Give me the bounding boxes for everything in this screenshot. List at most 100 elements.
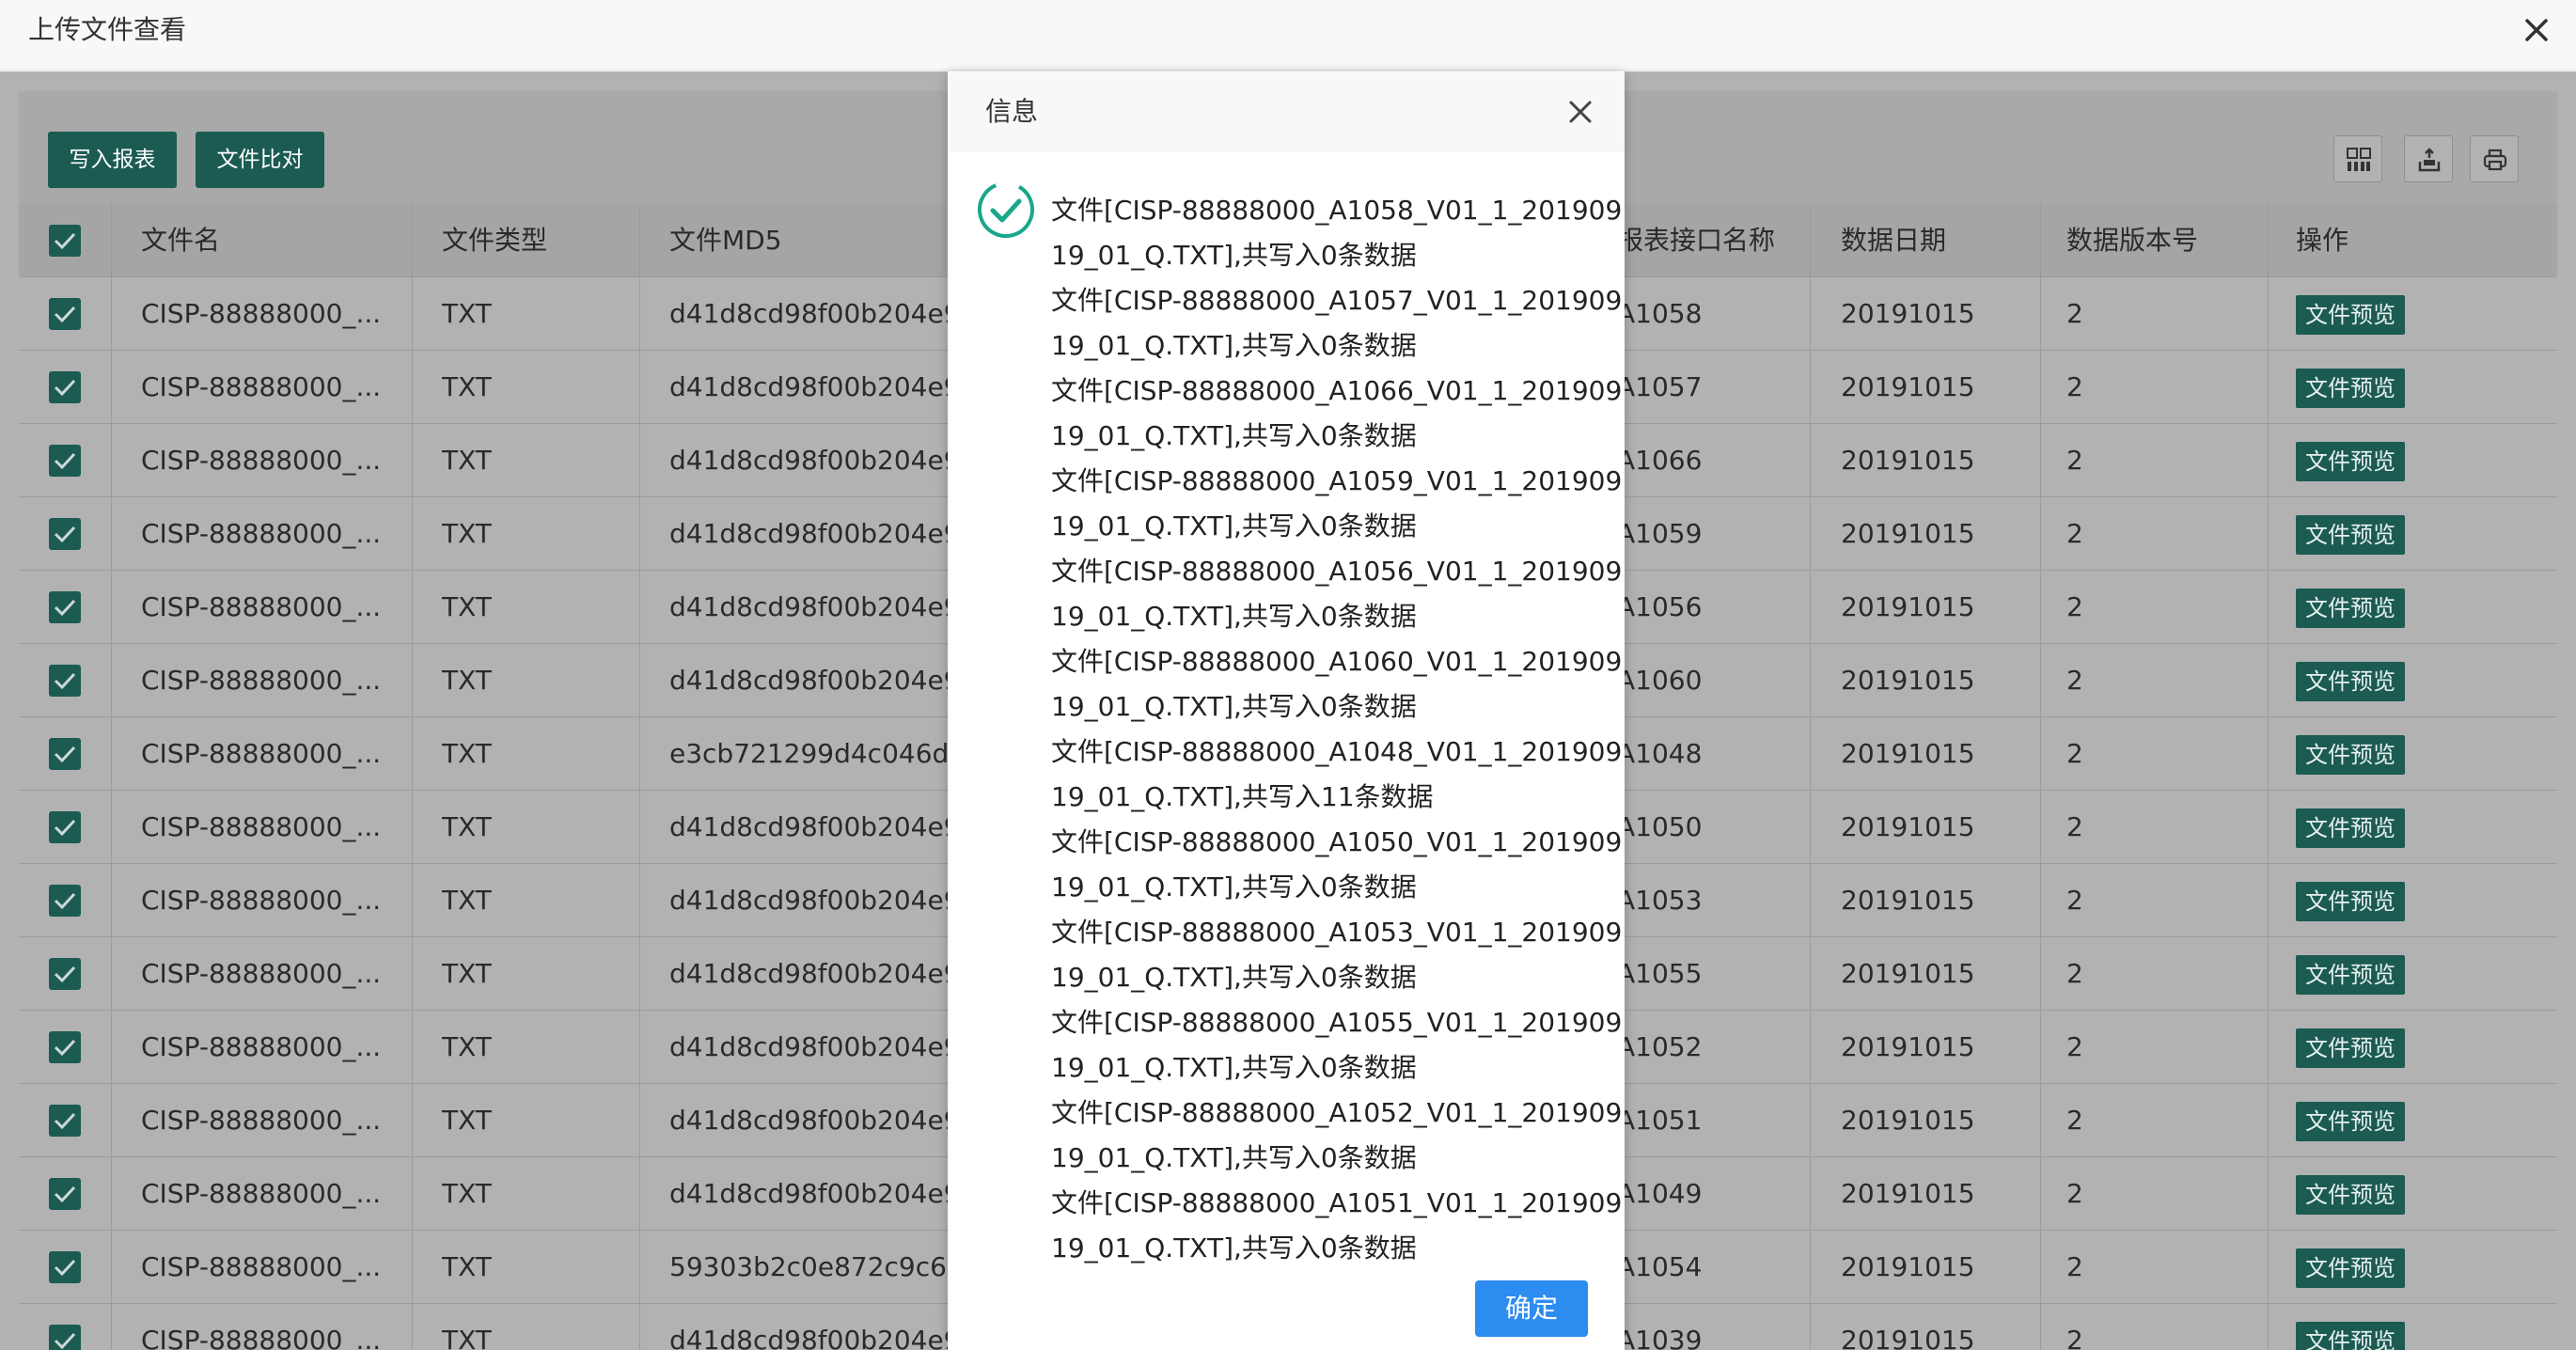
dialog-message-line: 文件[CISP-88888000_A1055_V01_1_201909	[1051, 1007, 1623, 1038]
dialog-message-line: 19_01_Q.TXT],共写入0条数据	[1051, 240, 1417, 271]
cell-date: 20191015	[1841, 738, 1975, 769]
cell-name: CISP-88888000_...	[141, 958, 382, 989]
file-preview-button[interactable]: 文件预览	[2296, 662, 2405, 701]
cell-name: CISP-88888000_...	[141, 665, 382, 696]
cell-name: CISP-88888000_...	[141, 1178, 382, 1209]
column-filename[interactable]: 文件名	[141, 204, 220, 277]
cell-type: TXT	[442, 518, 492, 549]
cell-name: CISP-88888000_...	[141, 1031, 382, 1062]
row-checkbox[interactable]	[49, 298, 81, 330]
row-checkbox[interactable]	[49, 1178, 81, 1210]
cell-name: CISP-88888000_...	[141, 371, 382, 402]
column-filetype[interactable]: 文件类型	[442, 204, 547, 277]
export-button[interactable]	[2404, 135, 2453, 182]
file-preview-button[interactable]: 文件预览	[2296, 735, 2405, 775]
row-checkbox[interactable]	[49, 1105, 81, 1137]
write-report-button[interactable]: 写入报表	[48, 132, 177, 188]
file-preview-button[interactable]: 文件预览	[2296, 1028, 2405, 1068]
dialog-message-line: 文件[CISP-88888000_A1059_V01_1_201909	[1051, 465, 1623, 496]
row-checkbox[interactable]	[49, 738, 81, 770]
cell-type: TXT	[442, 1251, 492, 1282]
dialog-message-line: 文件[CISP-88888000_A1051_V01_1_201909	[1051, 1187, 1623, 1218]
select-all-checkbox[interactable]	[49, 225, 81, 257]
row-checkbox[interactable]	[49, 885, 81, 917]
cell-name: CISP-88888000_...	[141, 738, 382, 769]
file-preview-button[interactable]: 文件预览	[2296, 369, 2405, 408]
cell-md5: d41d8cd98f00b204e980	[669, 591, 995, 622]
cell-date: 20191015	[1841, 1325, 1975, 1350]
file-preview-button[interactable]: 文件预览	[2296, 515, 2405, 555]
cell-date: 20191015	[1841, 958, 1975, 989]
cell-type: TXT	[442, 1031, 492, 1062]
file-preview-button[interactable]: 文件预览	[2296, 1248, 2405, 1288]
row-checkbox[interactable]	[49, 518, 81, 550]
cell-md5: d41d8cd98f00b204e980	[669, 371, 995, 402]
cell-type: TXT	[442, 885, 492, 916]
cell-type: TXT	[442, 811, 492, 842]
row-checkbox[interactable]	[49, 1325, 81, 1350]
cell-md5: d41d8cd98f00b204e980	[669, 298, 995, 329]
dialog-message-line: 文件[CISP-88888000_A1057_V01_1_201909	[1051, 285, 1623, 316]
column-version[interactable]: 数据版本号	[2066, 204, 2198, 277]
row-checkbox[interactable]	[49, 958, 81, 990]
info-dialog: 信息 文件[CISP-88888000_A1058_V01_1_201909 19…	[948, 71, 1625, 1350]
file-preview-button[interactable]: 文件预览	[2296, 589, 2405, 628]
column-action[interactable]: 操作	[2296, 204, 2348, 277]
cell-date: 20191015	[1841, 665, 1975, 696]
row-checkbox[interactable]	[49, 665, 81, 697]
cell-md5: d41d8cd98f00b204e980	[669, 1325, 995, 1350]
row-checkbox[interactable]	[49, 371, 81, 403]
file-preview-button[interactable]: 文件预览	[2296, 1175, 2405, 1215]
cell-md5: d41d8cd98f00b204e980	[669, 445, 995, 476]
row-checkbox[interactable]	[49, 445, 81, 477]
confirm-button[interactable]: 确定	[1475, 1280, 1588, 1337]
cell-date: 20191015	[1841, 298, 1975, 329]
file-preview-button[interactable]: 文件预览	[2296, 1322, 2405, 1350]
row-checkbox[interactable]	[49, 1251, 81, 1283]
columns-button[interactable]	[2333, 135, 2382, 182]
check-circle-icon	[976, 180, 1036, 240]
grid-icon	[2347, 148, 2371, 171]
dialog-message-line: 文件[CISP-88888000_A1066_V01_1_201909	[1051, 375, 1623, 406]
dialog-message-line: 19_01_Q.TXT],共写入0条数据	[1051, 1052, 1417, 1083]
cell-type: TXT	[442, 298, 492, 329]
dialog-message-line: 文件[CISP-88888000_A1048_V01_1_201909	[1051, 736, 1623, 767]
cell-md5: d41d8cd98f00b204e980	[669, 518, 995, 549]
column-date[interactable]: 数据日期	[1841, 204, 1946, 277]
cell-type: TXT	[442, 445, 492, 476]
cell-date: 20191015	[1841, 1251, 1975, 1282]
file-preview-button[interactable]: 文件预览	[2296, 882, 2405, 921]
dialog-message-line: 19_01_Q.TXT],共写入11条数据	[1051, 781, 1434, 812]
cell-iface: A1054	[1617, 1251, 1703, 1282]
dialog-header: 信息	[948, 71, 1625, 151]
cell-type: TXT	[442, 1105, 492, 1136]
cell-type: TXT	[442, 958, 492, 989]
window-close-icon[interactable]	[2518, 11, 2555, 49]
file-preview-button[interactable]: 文件预览	[2296, 1102, 2405, 1141]
cell-md5: d41d8cd98f00b204e980	[669, 1105, 995, 1136]
file-preview-button[interactable]: 文件预览	[2296, 955, 2405, 995]
file-preview-button[interactable]: 文件预览	[2296, 442, 2405, 481]
file-preview-button[interactable]: 文件预览	[2296, 808, 2405, 848]
dialog-close-icon[interactable]	[1566, 98, 1594, 126]
dialog-message-line: 文件[CISP-88888000_A1053_V01_1_201909	[1051, 917, 1623, 948]
cell-type: TXT	[442, 371, 492, 402]
cell-date: 20191015	[1841, 811, 1975, 842]
window-titlebar: 上传文件查看	[0, 0, 2576, 71]
dialog-message-line: 19_01_Q.TXT],共写入0条数据	[1051, 330, 1417, 361]
file-compare-button[interactable]: 文件比对	[196, 132, 324, 188]
cell-md5: d41d8cd98f00b204e980	[669, 665, 995, 696]
row-checkbox[interactable]	[49, 1031, 81, 1063]
cell-iface: A1055	[1617, 958, 1703, 989]
cell-name: CISP-88888000_...	[141, 518, 382, 549]
print-button[interactable]	[2470, 135, 2519, 182]
cell-iface: A1039	[1617, 1325, 1703, 1350]
column-md5[interactable]: 文件MD5	[669, 204, 782, 277]
file-preview-button[interactable]: 文件预览	[2296, 295, 2405, 335]
cell-type: TXT	[442, 665, 492, 696]
cell-ver: 2	[2066, 445, 2083, 476]
column-interface[interactable]: 报表接口名称	[1617, 204, 1775, 277]
row-checkbox[interactable]	[49, 591, 81, 623]
row-checkbox[interactable]	[49, 811, 81, 843]
dialog-message-line: 19_01_Q.TXT],共写入0条数据	[1051, 1232, 1417, 1264]
